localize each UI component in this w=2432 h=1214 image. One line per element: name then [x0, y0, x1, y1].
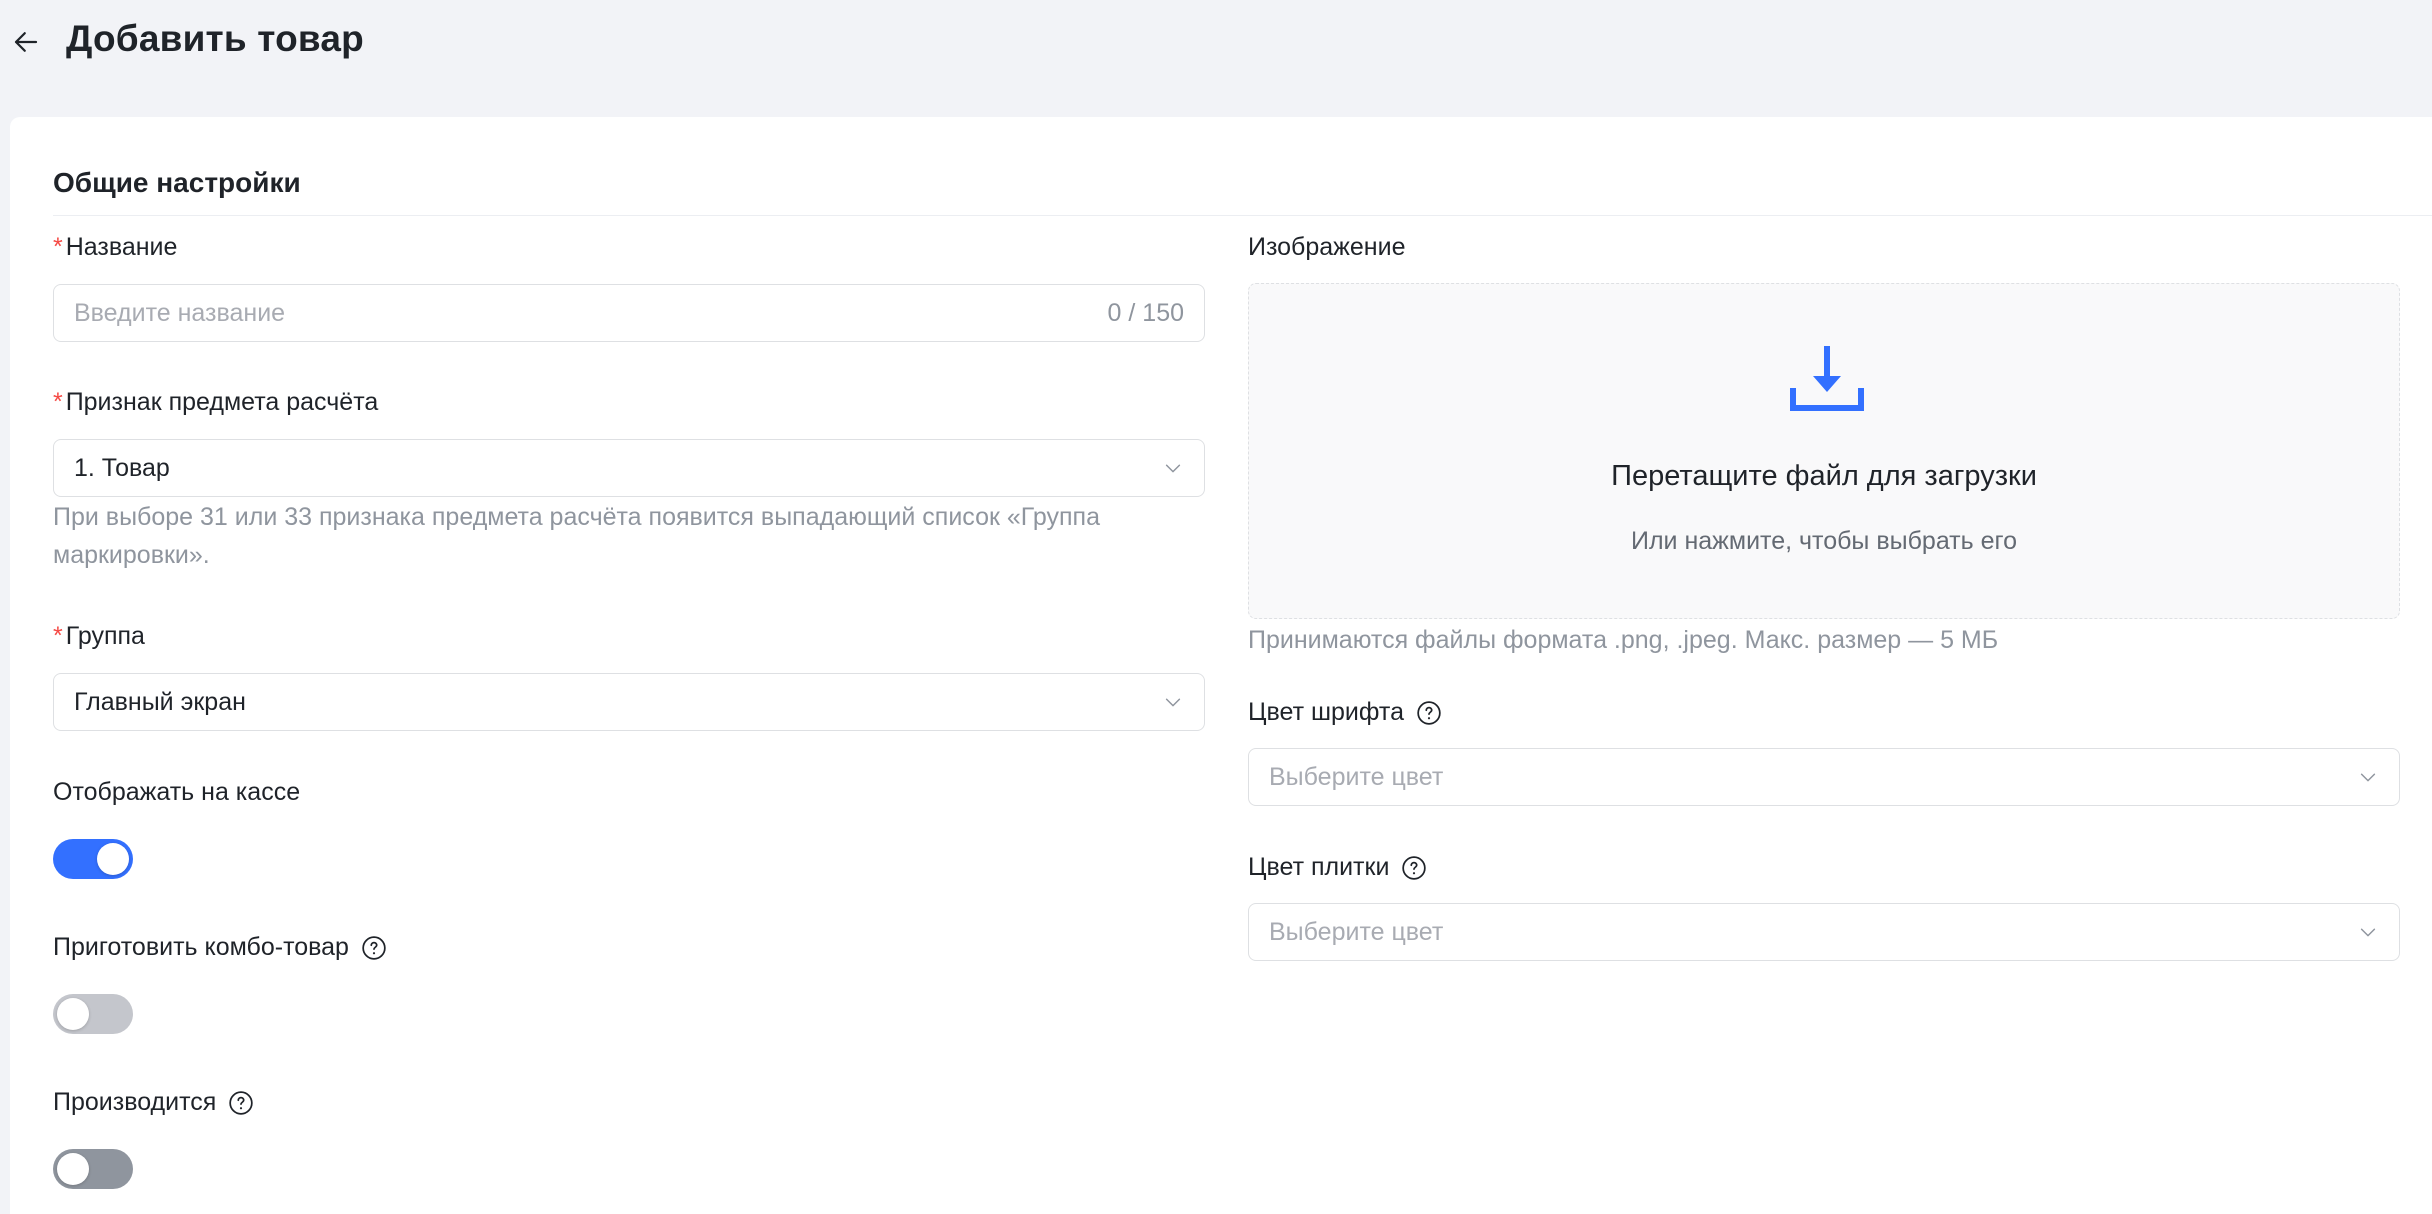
chevron-down-icon — [2360, 773, 2376, 782]
page-header: Добавить товар — [0, 0, 2432, 117]
font-color-placeholder: Выберите цвет — [1269, 762, 1444, 791]
font-color-label-text: Цвет шрифта — [1248, 698, 1404, 726]
name-label: * Название — [53, 233, 177, 262]
section-divider — [53, 215, 2432, 216]
image-upload-dropzone[interactable]: Перетащите файл для загрузки Или нажмите… — [1248, 283, 2400, 619]
show-at-register-label: Отображать на кассе — [53, 778, 301, 806]
tile-color-label: Цвет плитки — [1248, 853, 1427, 882]
image-label: Изображение — [1248, 233, 1406, 261]
group-value: Главный экран — [74, 687, 246, 716]
payment-subject-label-text: Признак предмета расчёта — [65, 388, 379, 416]
group-select[interactable]: Главный экран — [53, 673, 1205, 731]
upload-subtitle: Или нажмите, чтобы выбрать его — [1631, 527, 2017, 555]
payment-subject-hint: При выборе 31 или 33 признака предмета р… — [53, 503, 1100, 569]
font-color-select[interactable]: Выберите цвет — [1248, 748, 2400, 806]
question-circle-icon[interactable] — [1401, 855, 1427, 881]
chevron-down-icon — [2360, 928, 2376, 937]
toggle-knob — [97, 843, 129, 875]
group-label: * Группа — [53, 622, 145, 651]
upload-title: Перетащите файл для загрузки — [1611, 460, 2037, 492]
show-at-register-toggle[interactable] — [53, 839, 133, 879]
back-button[interactable] — [6, 22, 46, 62]
produced-label-text: Производится — [53, 1088, 217, 1116]
payment-subject-value: 1. Товар — [74, 453, 170, 482]
font-color-label: Цвет шрифта — [1248, 698, 1442, 727]
name-label-text: Название — [65, 233, 178, 261]
produced-toggle[interactable] — [53, 1149, 133, 1189]
payment-subject-label: * Признак предмета расчёта — [53, 388, 378, 417]
produced-label: Производится — [53, 1088, 254, 1117]
tile-color-select[interactable]: Выберите цвет — [1248, 903, 2400, 961]
payment-subject-select[interactable]: 1. Товар — [53, 439, 1205, 497]
name-input[interactable] — [74, 298, 1108, 328]
toggle-knob — [57, 998, 89, 1030]
tile-color-label-text: Цвет плитки — [1248, 853, 1390, 881]
question-circle-icon[interactable] — [228, 1090, 254, 1116]
group-label-text: Группа — [65, 622, 145, 650]
chevron-down-icon — [1165, 698, 1181, 707]
image-hint: Принимаются файлы формата .png, .jpeg. М… — [1248, 626, 1999, 654]
section-title: Общие настройки — [53, 167, 301, 198]
page-title: Добавить товар — [66, 18, 364, 59]
required-star: * — [53, 622, 63, 650]
required-star: * — [53, 388, 63, 416]
toggle-knob — [57, 1153, 89, 1185]
download-tray-icon — [1790, 346, 1864, 411]
combo-product-label: Приготовить комбо-товар — [53, 933, 387, 962]
name-input-wrapper[interactable]: 0 / 150 — [53, 284, 1205, 342]
combo-product-toggle[interactable] — [53, 994, 133, 1034]
settings-card: Общие настройки * Название 0 / 150 * При… — [10, 117, 2432, 1214]
tile-color-placeholder: Выберите цвет — [1269, 917, 1444, 946]
arrow-left-icon — [14, 32, 38, 52]
combo-product-label-text: Приготовить комбо-товар — [53, 933, 349, 961]
question-circle-icon[interactable] — [361, 935, 387, 961]
chevron-down-icon — [1165, 464, 1181, 473]
name-char-counter: 0 / 150 — [1107, 298, 1184, 327]
question-circle-icon[interactable] — [1416, 700, 1442, 726]
required-star: * — [53, 233, 63, 261]
